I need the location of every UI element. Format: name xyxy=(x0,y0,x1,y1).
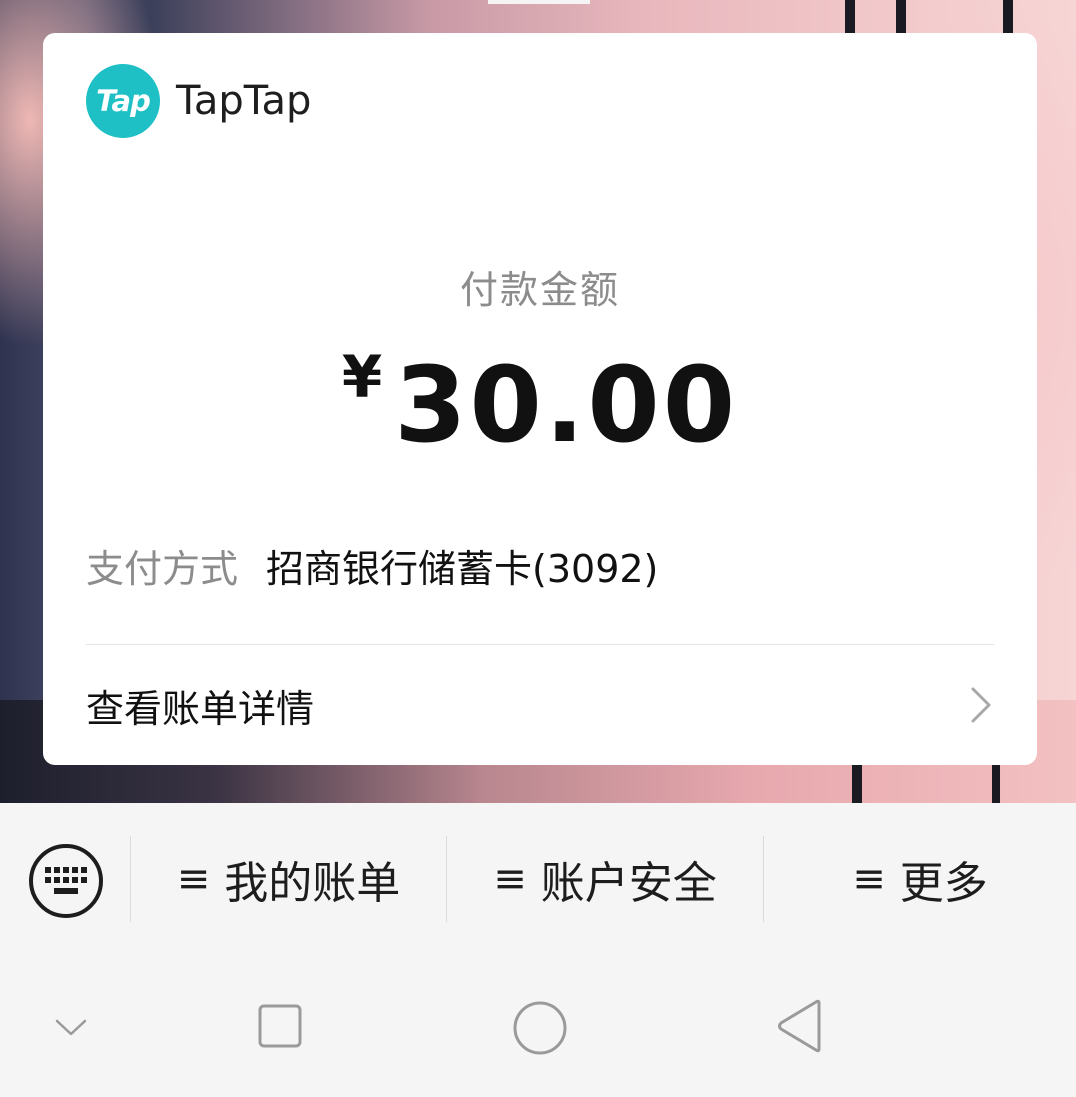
payment-card: Tap TapTap 付款金额 ¥30.00 支付方式 招商银行储蓄卡(3092)… xyxy=(43,33,1037,765)
system-navigation-bar xyxy=(0,958,1076,1097)
back-icon xyxy=(778,999,821,1053)
menu-account-security-label: 账户安全 xyxy=(540,858,717,909)
currency-symbol: ¥ xyxy=(341,343,383,411)
payment-method: 支付方式 招商银行储蓄卡(3092) xyxy=(86,538,658,593)
amount-value: 30.00 xyxy=(394,344,739,466)
wallpaper-bar xyxy=(845,0,855,33)
home-button[interactable] xyxy=(508,996,572,1060)
chevron-right-icon xyxy=(971,687,991,723)
wallpaper-bar xyxy=(1003,0,1013,33)
menu-icon: ≡ xyxy=(852,856,886,902)
menu-more[interactable]: ≡ 更多 xyxy=(764,836,1076,922)
wallpaper-strip xyxy=(488,0,590,4)
menu-icon: ≡ xyxy=(176,856,211,902)
view-bill-details-label: 查看账单详情 xyxy=(86,686,315,731)
wallpaper-bar xyxy=(896,0,906,33)
hide-navbar-button[interactable] xyxy=(40,1006,102,1048)
menu-my-bills-label: 我的账单 xyxy=(224,858,401,909)
recent-apps-button[interactable] xyxy=(250,996,310,1056)
recent-apps-icon xyxy=(258,1004,302,1048)
merchant-name: TapTap xyxy=(176,78,312,124)
menu-more-label: 更多 xyxy=(899,858,988,909)
payment-method-label: 支付方式 xyxy=(86,547,239,591)
taptap-logo: Tap xyxy=(86,64,160,138)
keyboard-toggle-button[interactable] xyxy=(29,844,103,918)
merchant-brand: Tap TapTap xyxy=(86,64,311,138)
payment-method-value: 招商银行储蓄卡(3092) xyxy=(266,547,659,591)
payment-amount: ¥30.00 xyxy=(43,343,1037,466)
menu-icon: ≡ xyxy=(493,856,527,902)
back-button[interactable] xyxy=(770,996,830,1056)
amount-label: 付款金额 xyxy=(459,268,620,312)
home-icon xyxy=(513,1001,567,1055)
wallpaper-bar xyxy=(852,765,862,803)
wallpaper-bar xyxy=(992,765,1000,803)
chevron-down-icon xyxy=(55,1019,87,1036)
menu-my-bills[interactable]: ≡ 我的账单 xyxy=(131,836,446,922)
menu-account-security[interactable]: ≡ 账户安全 xyxy=(447,836,763,922)
view-bill-details-link[interactable]: 查看账单详情 xyxy=(86,645,994,765)
service-menu-bar: ≡ 我的账单 ≡ 账户安全 ≡ 更多 xyxy=(0,803,1076,958)
keyboard-icon xyxy=(45,867,87,894)
